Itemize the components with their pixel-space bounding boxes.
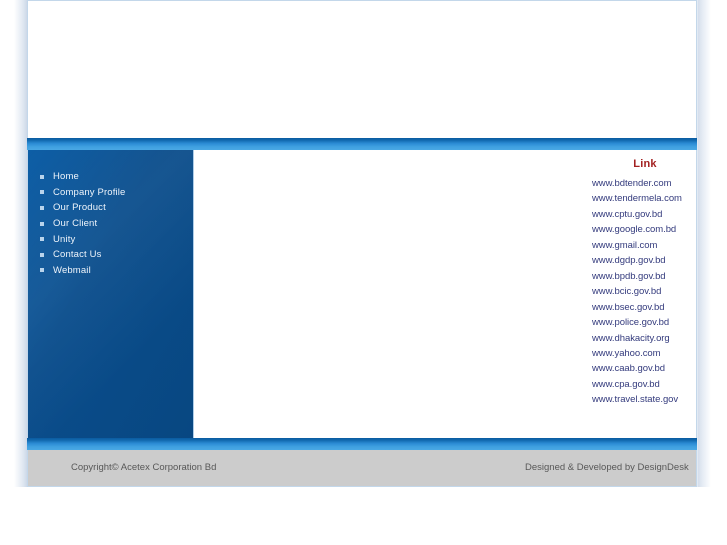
browser-viewport: Home Company Profile Our Product Our Cli… — [0, 0, 727, 545]
separator-bar-bottom — [27, 438, 697, 450]
sidebar-item-label: Home — [53, 171, 79, 183]
square-bullet-icon — [40, 268, 44, 273]
secondary-content-area: Link www.bdtender.com www.tendermela.com… — [194, 150, 696, 438]
external-link[interactable]: www.bcic.gov.bd — [592, 284, 702, 299]
external-link[interactable]: www.yahoo.com — [592, 346, 702, 361]
square-bullet-icon — [40, 205, 44, 210]
external-link[interactable]: www.google.com.bd — [592, 222, 702, 237]
external-link[interactable]: www.travel.state.gov — [592, 392, 702, 407]
external-link[interactable]: www.caab.gov.bd — [592, 361, 702, 376]
square-bullet-icon — [40, 237, 44, 242]
main-content-panel — [27, 0, 697, 138]
sidebar-navigation: Home Company Profile Our Product Our Cli… — [28, 150, 193, 438]
sidebar-menu-list: Home Company Profile Our Product Our Cli… — [28, 150, 193, 278]
sidebar-item-label: Our Product — [53, 202, 106, 214]
page-left-edge-shadow — [14, 0, 28, 487]
sidebar-item-webmail[interactable]: Webmail — [28, 263, 193, 279]
sidebar-item-unity[interactable]: Unity — [28, 231, 193, 247]
sidebar-item-label: Contact Us — [53, 249, 102, 261]
page-content-card: Home Company Profile Our Product Our Cli… — [27, 0, 697, 487]
external-link[interactable]: www.dhakacity.org — [592, 331, 702, 346]
sidebar-item-label: Company Profile — [53, 186, 126, 198]
links-panel: Link www.bdtender.com www.tendermela.com… — [592, 150, 702, 408]
footer-copyright: Copyright© Acetex Corporation Bd — [71, 462, 217, 473]
links-list: www.bdtender.com www.tendermela.com www.… — [592, 176, 702, 408]
external-link[interactable]: www.police.gov.bd — [592, 315, 702, 330]
external-link[interactable]: www.cpa.gov.bd — [592, 377, 702, 392]
sidebar-item-label: Our Client — [53, 218, 98, 230]
square-bullet-icon — [40, 221, 44, 226]
square-bullet-icon — [40, 252, 44, 257]
sidebar-item-our-client[interactable]: Our Client — [28, 216, 193, 232]
mid-section: Home Company Profile Our Product Our Cli… — [27, 150, 697, 438]
external-link[interactable]: www.cptu.gov.bd — [592, 207, 702, 222]
external-link[interactable]: www.tendermela.com — [592, 191, 702, 206]
separator-bar-top — [27, 138, 697, 150]
sidebar-item-contact-us[interactable]: Contact Us — [28, 247, 193, 263]
sidebar-item-company-profile[interactable]: Company Profile — [28, 185, 193, 201]
external-link[interactable]: www.dgdp.gov.bd — [592, 253, 702, 268]
square-bullet-icon — [40, 190, 44, 195]
square-bullet-icon — [40, 174, 44, 179]
links-panel-heading: Link — [633, 158, 657, 170]
sidebar-item-home[interactable]: Home — [28, 169, 193, 185]
sidebar-item-label: Webmail — [53, 264, 91, 276]
sidebar-item-label: Unity — [53, 233, 76, 245]
external-link[interactable]: www.bsec.gov.bd — [592, 300, 702, 315]
sidebar-item-our-product[interactable]: Our Product — [28, 200, 193, 216]
page-shell: Home Company Profile Our Product Our Cli… — [14, 0, 711, 487]
external-link[interactable]: www.bpdb.gov.bd — [592, 269, 702, 284]
external-link[interactable]: www.gmail.com — [592, 238, 702, 253]
footer-credit: Designed & Developed by DesignDesk — [525, 462, 689, 473]
external-link[interactable]: www.bdtender.com — [592, 176, 702, 191]
page-footer: Copyright© Acetex Corporation Bd Designe… — [27, 450, 697, 487]
